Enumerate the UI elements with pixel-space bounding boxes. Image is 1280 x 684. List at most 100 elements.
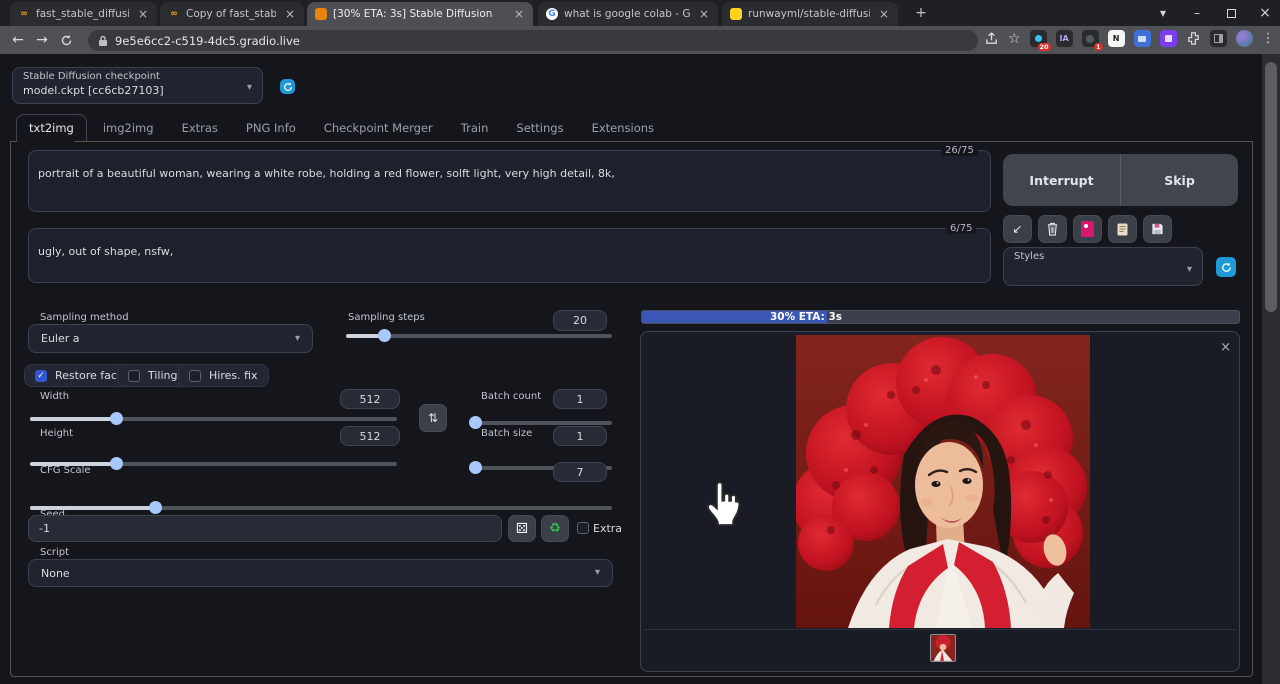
hires-fix-label: Hires. fix: [209, 369, 258, 382]
seed-extra-checkbox[interactable]: [577, 522, 589, 534]
minimize-button[interactable]: –: [1180, 0, 1214, 26]
hires-fix-option[interactable]: Hires. fix: [178, 364, 269, 387]
close-tab-icon[interactable]: ×: [511, 7, 527, 21]
save-style-button[interactable]: [1143, 215, 1172, 243]
reuse-seed-button[interactable]: ♻: [541, 515, 569, 542]
hires-fix-checkbox[interactable]: [189, 369, 201, 382]
sampling-steps-slider[interactable]: [346, 329, 612, 342]
gallery-thumbnail[interactable]: [930, 634, 956, 662]
profile-avatar[interactable]: [1235, 30, 1253, 47]
tab-search-icon[interactable]: ▾: [1146, 0, 1180, 26]
sampling-steps-input[interactable]: 20: [553, 310, 607, 331]
generated-image[interactable]: [796, 335, 1090, 628]
notion-extension-icon[interactable]: N: [1107, 30, 1125, 47]
script-label: Script: [40, 547, 70, 558]
paste-generation-params-button[interactable]: ↙: [1003, 215, 1032, 243]
batch-size-label: Batch size: [481, 428, 533, 439]
cfg-scale-slider[interactable]: [30, 501, 612, 514]
prompt-textarea[interactable]: portrait of a beautiful woman, wearing a…: [28, 150, 991, 212]
ext-glyph: [1164, 35, 1172, 42]
scrollbar-thumb[interactable]: [1265, 62, 1277, 312]
tab-img2img[interactable]: img2img: [91, 114, 166, 141]
random-seed-button[interactable]: ⚄: [508, 515, 536, 542]
chevron-down-icon: ▾: [594, 567, 600, 578]
seed-extra-label: Extra: [593, 522, 623, 535]
interrupt-button[interactable]: Interrupt: [1003, 154, 1121, 206]
negative-prompt-textarea[interactable]: ugly, out of shape, nsfw,: [28, 228, 991, 283]
tab-checkpoint-merger[interactable]: Checkpoint Merger: [312, 114, 445, 141]
swap-width-height-button[interactable]: ⇅: [419, 404, 447, 432]
close-tab-icon[interactable]: ×: [135, 7, 151, 21]
pin-extension-icon[interactable]: 20: [1029, 30, 1051, 51]
cfg-scale-input[interactable]: 7: [553, 462, 607, 482]
tab-extensions[interactable]: Extensions: [580, 114, 666, 141]
tab-txt2img[interactable]: txt2img: [16, 114, 87, 141]
width-slider[interactable]: [30, 412, 397, 425]
browser-tab-4[interactable]: G what is google colab - Google ×: [538, 2, 718, 26]
restore-faces-checkbox[interactable]: ✓: [35, 369, 47, 382]
blue-extension-icon[interactable]: [1133, 30, 1151, 47]
scrollbar-track[interactable]: [1262, 54, 1280, 684]
tiling-label: Tiling: [148, 369, 178, 382]
forward-button[interactable]: →: [30, 28, 54, 52]
new-tab-button[interactable]: +: [910, 3, 932, 23]
seed-input[interactable]: -1: [28, 515, 502, 542]
slider-handle[interactable]: [378, 329, 391, 342]
styles-refresh-button[interactable]: [1216, 257, 1236, 277]
close-tab-icon[interactable]: ×: [282, 7, 298, 21]
generate-button-group: Interrupt Skip: [1003, 154, 1238, 206]
slider-handle[interactable]: [149, 501, 162, 514]
reload-button[interactable]: [54, 28, 78, 52]
browser-tab-5[interactable]: runwayml/stable-diffusion-v1 ×: [722, 2, 898, 26]
slider-handle[interactable]: [469, 461, 482, 474]
prompt-text: portrait of a beautiful woman, wearing a…: [38, 167, 615, 180]
reload-icon: [61, 34, 71, 45]
batch-size-input[interactable]: 1: [553, 426, 607, 446]
maximize-button[interactable]: [1214, 0, 1248, 26]
width-input[interactable]: 512: [340, 389, 400, 409]
tab-extras[interactable]: Extras: [170, 114, 230, 141]
browser-tab-2[interactable]: ∞ Copy of fast_stable_diffusion_ ×: [160, 2, 304, 26]
skip-button[interactable]: Skip: [1121, 154, 1238, 206]
sampling-steps-label: Sampling steps: [348, 312, 425, 323]
close-preview-icon[interactable]: ×: [1220, 340, 1231, 355]
batch-count-input[interactable]: 1: [553, 389, 607, 409]
url-bar[interactable]: 9e5e6cc2-c519-4dc5.gradio.live: [88, 30, 978, 51]
panel-glyph: [1213, 34, 1223, 43]
tab-png-info[interactable]: PNG Info: [234, 114, 308, 141]
extra-networks-button[interactable]: [1073, 215, 1102, 243]
apply-style-button[interactable]: [1108, 215, 1137, 243]
script-dropdown[interactable]: None ▾: [28, 559, 613, 587]
extensions-puzzle-icon[interactable]: [1186, 31, 1201, 46]
tab-train[interactable]: Train: [449, 114, 501, 141]
ia-extension-icon[interactable]: IA: [1055, 30, 1073, 47]
sampling-method-dropdown[interactable]: Euler a ▾: [28, 324, 313, 353]
purple-extension-icon[interactable]: [1159, 30, 1177, 47]
checkpoint-dropdown[interactable]: Stable Diffusion checkpoint model.ckpt […: [12, 67, 263, 104]
bookmark-star-icon[interactable]: ☆: [1008, 32, 1021, 46]
checkpoint-refresh-button[interactable]: [280, 79, 295, 94]
height-input[interactable]: 512: [340, 426, 400, 446]
browser-tab-1[interactable]: ∞ fast_stable_diffusion_AUTOMA ×: [10, 2, 157, 26]
share-icon[interactable]: [984, 31, 999, 46]
grammarly-extension-icon[interactable]: 1: [1081, 30, 1103, 51]
side-panel-icon[interactable]: [1209, 30, 1227, 47]
close-tab-icon[interactable]: ×: [876, 7, 892, 21]
close-tab-icon[interactable]: ×: [696, 7, 712, 21]
slider-handle[interactable]: [110, 457, 123, 470]
refresh-icon: [283, 82, 292, 91]
gradio-icon: [315, 8, 327, 20]
slider-handle[interactable]: [110, 412, 123, 425]
clear-prompt-button[interactable]: [1038, 215, 1067, 243]
tab-settings[interactable]: Settings: [504, 114, 575, 141]
batch-count-slider[interactable]: [469, 416, 612, 429]
active-tab-gap: [17, 141, 74, 142]
tiling-checkbox[interactable]: [128, 369, 140, 382]
browser-tab-3-active[interactable]: [30% ETA: 3s] Stable Diffusion ×: [307, 2, 533, 26]
chevron-down-icon: ▾: [246, 82, 252, 93]
browser-menu-icon[interactable]: ⋮: [1262, 31, 1275, 46]
back-button[interactable]: ←: [6, 28, 30, 52]
tab-title: Copy of fast_stable_diffusion_: [186, 8, 276, 20]
styles-dropdown[interactable]: Styles ▾: [1003, 247, 1203, 286]
window-close-button[interactable]: ×: [1248, 0, 1280, 26]
